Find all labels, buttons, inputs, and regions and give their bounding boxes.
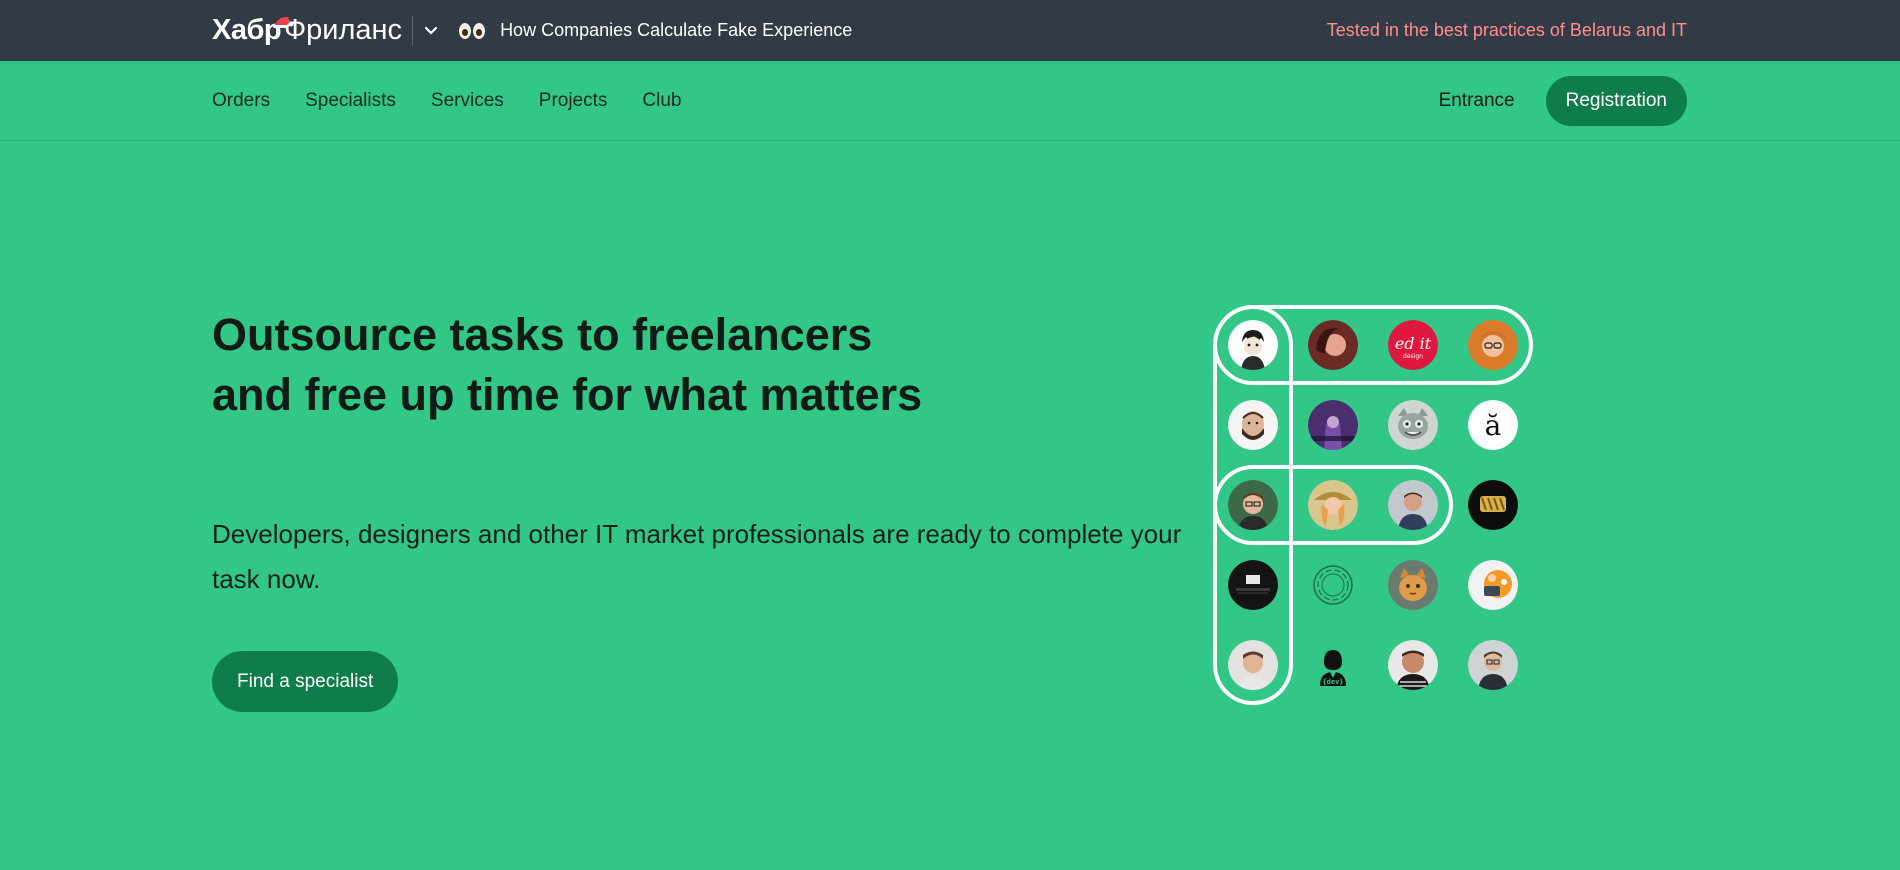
nav-item-projects[interactable]: Projects <box>539 90 608 112</box>
registration-button[interactable]: Registration <box>1545 76 1687 126</box>
habr-freelance-logo[interactable]: Хабр Фриланс <box>212 0 402 61</box>
avatar[interactable]: ă <box>1468 400 1518 450</box>
edit-design-logo-subtext: design <box>1403 353 1423 360</box>
avatar[interactable] <box>1468 480 1518 530</box>
avatar[interactable] <box>1308 560 1358 610</box>
logo-freelance-text: Фриланс <box>284 14 403 46</box>
auth-controls: Entrance Registration <box>1439 76 1687 126</box>
avatar[interactable] <box>1308 320 1358 370</box>
find-specialist-button[interactable]: Find a specialist <box>212 651 399 712</box>
chevron-down-icon <box>424 26 438 35</box>
avatar[interactable] <box>1388 560 1438 610</box>
nav-item-club[interactable]: Club <box>642 90 681 112</box>
avatar[interactable] <box>1388 400 1438 450</box>
avatar[interactable] <box>1468 640 1518 690</box>
nav-item-services[interactable]: Services <box>431 90 504 112</box>
santa-hat-icon <box>273 16 294 28</box>
main-navigation: Orders Specialists Services Projects Clu… <box>0 61 1900 141</box>
avatar[interactable] <box>1308 480 1358 530</box>
freelancer-avatar-grid: ed it design ă {dev} <box>1213 305 1533 705</box>
avatar[interactable] <box>1308 400 1358 450</box>
avatar[interactable] <box>1228 320 1278 370</box>
nav-item-orders[interactable]: Orders <box>212 90 270 112</box>
avatar[interactable]: ed it design <box>1388 320 1438 370</box>
logo-habr-text: Хабр <box>212 14 282 46</box>
news-link[interactable]: How Companies Calculate Fake Experience <box>500 20 852 41</box>
avatar[interactable] <box>1388 480 1438 530</box>
avatar[interactable] <box>1468 320 1518 370</box>
logo-divider <box>412 15 414 46</box>
eyes-icon <box>459 22 486 39</box>
nav-item-specialists[interactable]: Specialists <box>305 90 396 112</box>
promo-link[interactable]: Tested in the best practices of Belarus … <box>1327 20 1687 41</box>
top-bar: Хабр Фриланс How Companies Calculate Fak… <box>0 0 1900 61</box>
avatar[interactable] <box>1468 560 1518 610</box>
entrance-link[interactable]: Entrance <box>1439 90 1515 112</box>
avatar[interactable] <box>1228 400 1278 450</box>
avatar[interactable] <box>1228 480 1278 530</box>
avatar[interactable]: {dev} <box>1308 640 1358 690</box>
avatar[interactable] <box>1228 560 1278 610</box>
hero-title: Outsource tasks to freelancers and free … <box>212 309 923 420</box>
dev-badge-text: {dev} <box>1322 678 1343 686</box>
avatar[interactable] <box>1388 640 1438 690</box>
letter-a-logo-text: ă <box>1485 409 1502 442</box>
avatar[interactable] <box>1228 640 1278 690</box>
edit-design-logo-text: ed it <box>1395 334 1432 353</box>
hero-subtitle: Developers, designers and other IT marke… <box>212 519 1182 594</box>
services-dropdown-toggle[interactable] <box>419 19 443 43</box>
